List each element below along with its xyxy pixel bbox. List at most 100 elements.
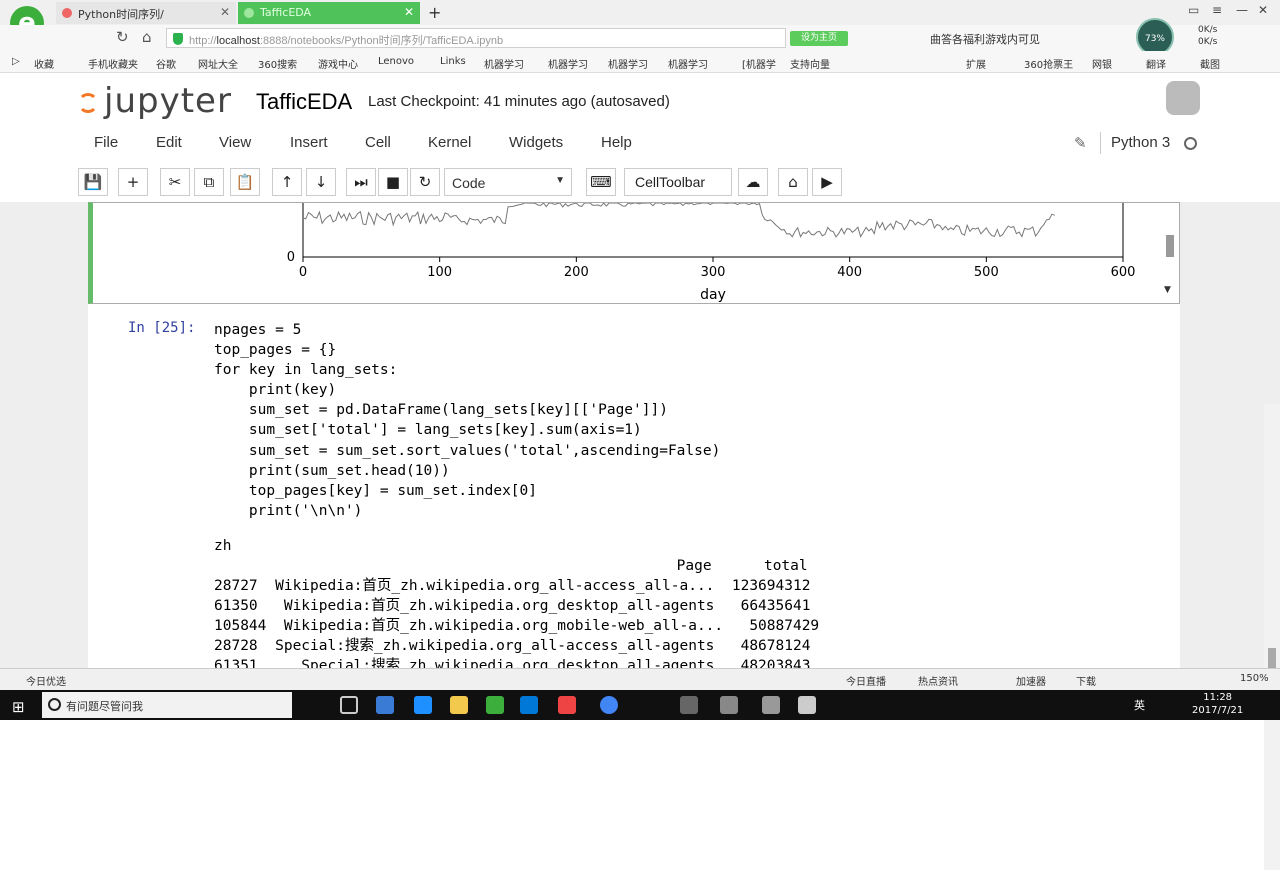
code-line: print(sum_set.head(10)) [214, 461, 720, 481]
zoom-level[interactable]: 150% [1240, 673, 1269, 684]
bookmarks-toggle-icon[interactable]: ▷ [12, 56, 20, 67]
scrollbar-thumb[interactable] [1166, 235, 1174, 257]
edit-pencil-icon[interactable]: ✎ [1074, 134, 1087, 152]
insert-cell-plus-icon[interactable]: + [118, 168, 148, 196]
store-icon[interactable] [520, 696, 538, 714]
menu-cell[interactable]: Cell [365, 134, 391, 151]
youtube-icon[interactable]: ▶ [812, 168, 842, 196]
move-down-icon[interactable]: ↓ [306, 168, 336, 196]
url-input[interactable]: http://localhost:8888/notebooks/Python时间… [166, 28, 786, 48]
browser-titlebar: Python时间序列/ ✕ TafficEDA ✕ + ▭ ≡ — ✕ [0, 0, 1280, 25]
cell-type-select[interactable]: Code ▼ [444, 168, 572, 196]
bookmark-item[interactable]: 机器学习 [484, 56, 524, 71]
scroll-down-icon[interactable]: ▼ [1164, 285, 1171, 295]
bookmark-item[interactable]: 360抢票王 [1024, 56, 1073, 71]
status-left[interactable]: 今日优选 [26, 673, 66, 688]
bookmark-item[interactable]: 360搜索 [258, 56, 297, 71]
new-tab-plus-icon[interactable]: + [428, 3, 441, 22]
set-homepage-button[interactable]: 设为主页 [790, 31, 848, 46]
stop-icon[interactable]: ■ [378, 168, 408, 196]
cortana-search[interactable]: 有问题尽管问我 [42, 692, 292, 718]
bookmark-item[interactable]: 网银 [1092, 56, 1112, 71]
taskbar-clock[interactable]: 11:28 2017/7/21 [1192, 691, 1243, 717]
code-line: top_pages = {} [214, 340, 720, 360]
gift-icon[interactable]: ⌂ [778, 168, 808, 196]
restart-icon[interactable]: ↻ [410, 168, 440, 196]
menu-insert[interactable]: Insert [290, 134, 328, 151]
code-text: sum_set = pd.DataFrame(lang_sets[key][['… [214, 402, 668, 419]
search-hint-text[interactable]: 曲答各福利游戏内可见 [930, 31, 1040, 47]
menu-view[interactable]: View [219, 134, 251, 151]
reload-icon[interactable]: ↻ [116, 28, 129, 46]
page-scrollbar[interactable] [1264, 404, 1280, 870]
tab-python-timeseries[interactable]: Python时间序列/ ✕ [56, 2, 236, 24]
status-item[interactable]: 今日直播 [846, 673, 886, 688]
tab-tafficeda[interactable]: TafficEDA ✕ [238, 2, 420, 24]
bookmark-item[interactable]: 扩展 [966, 56, 986, 71]
url-host: localhost [216, 35, 260, 47]
chrome-icon[interactable] [600, 696, 618, 714]
copy-icon[interactable]: ⧉ [194, 168, 224, 196]
jupyter-logo[interactable]: jupyter [78, 81, 232, 121]
windows-start-icon[interactable]: ⊞ [12, 698, 25, 716]
explorer-icon[interactable] [450, 696, 468, 714]
bookmark-item[interactable]: 网址大全 [198, 56, 238, 71]
celltoolbar-button[interactable]: CellToolbar [624, 168, 732, 196]
skin-icon[interactable]: ▭ [1188, 3, 1199, 17]
status-item[interactable]: 下载 [1076, 673, 1096, 688]
task-view-icon[interactable] [340, 696, 358, 714]
cloud-upload-icon[interactable]: ☁ [738, 168, 768, 196]
cut-icon[interactable]: ✂ [160, 168, 190, 196]
bookmark-item[interactable]: 游戏中心 [318, 56, 358, 71]
bookmark-item[interactable]: 截图 [1200, 56, 1220, 71]
tab-favicon-icon [244, 8, 254, 18]
bookmark-item[interactable]: 机器学习 [608, 56, 648, 71]
menu-file[interactable]: File [94, 134, 118, 151]
menu-help[interactable]: Help [601, 134, 632, 151]
app-icon[interactable] [680, 696, 698, 714]
browser-app-icon[interactable] [486, 696, 504, 714]
app-icon[interactable] [376, 696, 394, 714]
menu-edit[interactable]: Edit [156, 134, 182, 151]
keyboard-icon[interactable]: ⌨ [586, 168, 616, 196]
menu-icon[interactable]: ≡ [1212, 3, 1222, 17]
bookmark-item[interactable]: 收藏 [34, 56, 54, 71]
tab-label: TafficEDA [260, 6, 312, 19]
bookmark-item[interactable]: 机器学习 [548, 56, 588, 71]
close-icon[interactable]: ✕ [220, 5, 230, 19]
status-item[interactable]: 热点资讯 [918, 673, 958, 688]
cortana-icon [48, 698, 61, 711]
output-scrollbar[interactable]: ▼ [1159, 203, 1179, 303]
paste-icon[interactable]: 📋 [230, 168, 260, 196]
status-item[interactable]: 加速器 [1016, 673, 1046, 688]
bookmark-item[interactable]: 翻译 [1146, 56, 1166, 71]
bookmark-item[interactable]: 机器学习 [668, 56, 708, 71]
bookmark-item[interactable]: 支持向量 [790, 56, 830, 71]
bookmark-item[interactable]: 手机收藏夹 [88, 56, 138, 71]
run-icon[interactable]: ⏭ [346, 168, 376, 196]
url-path: :8888/notebooks/Python时间序列/TafficEDA.ipy… [259, 35, 504, 47]
save-icon[interactable]: 💾 [78, 168, 108, 196]
app-icon[interactable] [762, 696, 780, 714]
app-icon[interactable] [558, 696, 576, 714]
bookmark-item[interactable]: Lenovo [378, 56, 414, 67]
code-editor[interactable]: npages = 5 top_pages = {} for key in lang_… [214, 320, 720, 521]
edge-icon[interactable] [414, 696, 432, 714]
bookmark-item[interactable]: [机器学 [742, 56, 776, 71]
notebook-title[interactable]: TafficEDA [256, 89, 352, 115]
output-cell[interactable]: 0 100 200 300 400 500 600 0 day ▼ [88, 202, 1180, 304]
menu-widgets[interactable]: Widgets [509, 134, 563, 151]
minimize-icon[interactable]: — [1236, 3, 1248, 17]
output-line: 28728 Special:搜索_zh.wikipedia.org_all-ac… [214, 638, 811, 654]
home-icon[interactable]: ⌂ [142, 28, 152, 46]
close-icon[interactable]: ✕ [404, 5, 414, 19]
bookmark-item[interactable]: 谷歌 [156, 56, 176, 71]
app-icon[interactable] [720, 696, 738, 714]
output-line: 28727 Wikipedia:首页_zh.wikipedia.org_all-… [214, 578, 811, 594]
bookmark-item[interactable]: Links [440, 56, 466, 67]
ime-language[interactable]: 英 [1134, 697, 1145, 713]
close-window-icon[interactable]: ✕ [1258, 3, 1268, 17]
move-up-icon[interactable]: ↑ [272, 168, 302, 196]
menu-kernel[interactable]: Kernel [428, 134, 471, 151]
app-icon[interactable] [798, 696, 816, 714]
